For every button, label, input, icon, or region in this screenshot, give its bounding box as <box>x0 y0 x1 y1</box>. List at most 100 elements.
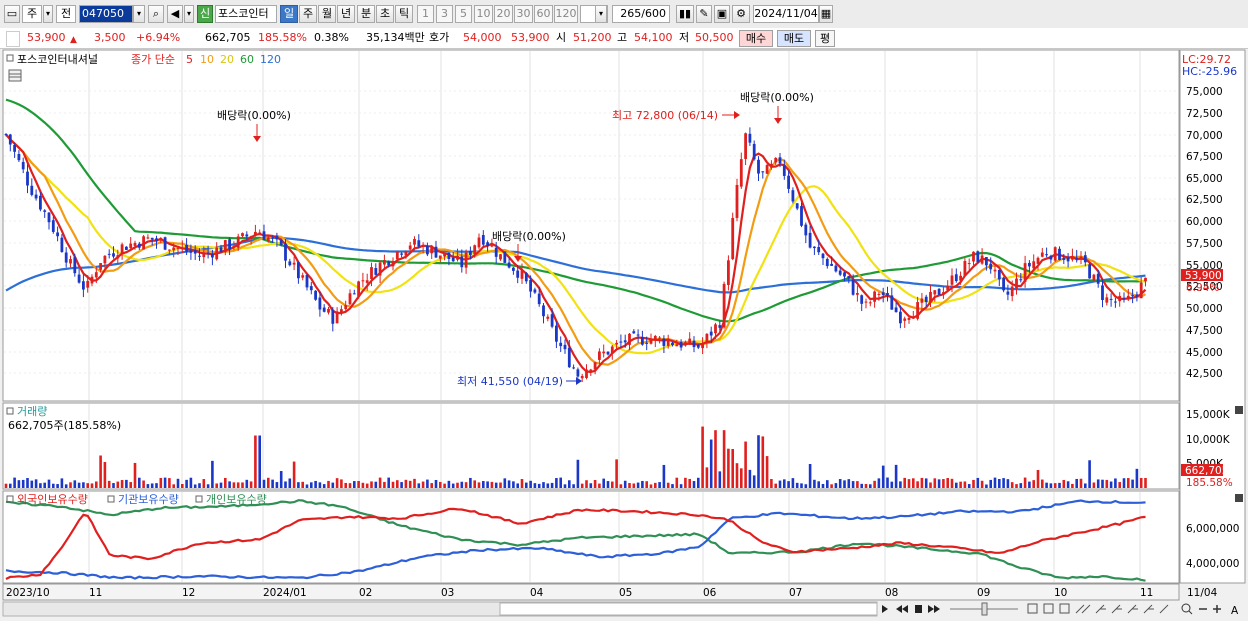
volume-bar <box>21 479 25 488</box>
search-icon[interactable]: ⌕ <box>148 5 164 23</box>
interval-year-button[interactable]: 년 <box>337 5 355 23</box>
speaker-dropdown-icon[interactable]: ▾ <box>184 5 194 23</box>
interval-tick-button[interactable]: 틱 <box>395 5 413 23</box>
compare-select[interactable]: 전 <box>56 5 76 23</box>
scrollbar-thumb[interactable] <box>499 602 878 616</box>
x-tick: 07 <box>789 587 802 599</box>
volume-bar <box>765 456 769 488</box>
buy-button[interactable]: 매수 <box>739 30 773 47</box>
x-tick: 02 <box>359 587 372 599</box>
candle-body <box>520 270 524 279</box>
volume-bar <box>701 426 704 488</box>
candle-body <box>722 283 726 328</box>
volume-bar <box>107 480 111 488</box>
data-count-input[interactable]: 265/600 <box>612 5 670 23</box>
draw-tool-icon[interactable]: ✎ <box>696 5 712 23</box>
angle-line-icon[interactable] <box>1111 604 1122 614</box>
fast-forward-icon[interactable] <box>928 605 940 613</box>
volume-bar <box>155 483 158 488</box>
candle-body <box>623 340 627 343</box>
magnifier-icon[interactable] <box>1181 603 1191 613</box>
zoom-slider-handle[interactable] <box>981 602 988 616</box>
date-value: 2024/11/04 <box>754 7 818 20</box>
candle-body <box>284 243 287 261</box>
period-dropdown-icon[interactable]: ▾ <box>43 5 53 23</box>
candle-body <box>632 331 636 334</box>
gear-icon[interactable]: ⚙ <box>732 5 750 23</box>
candle-body <box>929 291 932 303</box>
candle-body <box>821 253 825 259</box>
layout-icon[interactable]: ▭ <box>4 5 20 23</box>
minute-option-5[interactable]: 5 <box>455 5 472 23</box>
candle-body <box>825 258 829 267</box>
stock-chart[interactable]: 포스코인터내셔널 종가 단순 5 10 20 60 120 배당락(0.00%)… <box>0 49 1248 621</box>
candle-body <box>748 133 752 143</box>
institution-holding-legend: 기관보유수량 <box>118 493 179 506</box>
ray-line-icon[interactable] <box>1095 604 1106 614</box>
volume-panel-close-icon[interactable] <box>1235 406 1243 414</box>
minute-option-30[interactable]: 30 <box>514 5 533 23</box>
volume-bar <box>860 483 863 488</box>
volume-bar <box>572 484 575 488</box>
legend-series: 종가 단순 <box>131 53 175 66</box>
minute-option-20[interactable]: 20 <box>494 5 513 23</box>
date-input[interactable]: 2024/11/04 <box>753 5 819 23</box>
candle-body <box>675 344 679 347</box>
custom-interval-dropdown-icon[interactable]: ▾ <box>595 5 607 23</box>
zoom-in-icon[interactable] <box>1213 605 1221 613</box>
candle-body <box>800 206 803 226</box>
calendar-icon[interactable]: ▦ <box>819 5 833 23</box>
play-icon[interactable] <box>882 605 888 613</box>
volume-bar <box>619 484 623 488</box>
minute-option-60[interactable]: 60 <box>534 5 553 23</box>
interval-day-button[interactable]: 일 <box>280 5 298 23</box>
volume-bar <box>236 482 240 488</box>
zoom-area-icon[interactable] <box>1043 603 1054 614</box>
period-select[interactable]: 주 <box>22 5 42 23</box>
interval-second-button[interactable]: 초 <box>376 5 394 23</box>
stock-code-input[interactable]: 047050 <box>79 5 133 23</box>
candle-body <box>1058 248 1061 260</box>
auto-scale-icon[interactable]: A <box>1231 605 1239 617</box>
minute-option-3[interactable]: 3 <box>436 5 453 23</box>
candle-body <box>305 274 309 288</box>
candle-body <box>589 369 593 372</box>
zoom-fit-icon[interactable] <box>1027 603 1038 614</box>
minute-option-10[interactable]: 10 <box>474 5 493 23</box>
sell-button[interactable]: 매도 <box>777 30 811 47</box>
ask-price: 54,000 <box>463 31 502 44</box>
cross-line-icon[interactable] <box>1159 604 1169 614</box>
code-dropdown-icon[interactable]: ▾ <box>133 5 145 23</box>
fib-line-icon[interactable] <box>1127 604 1138 614</box>
minute-option-120[interactable]: 120 <box>554 5 578 23</box>
volume-bar <box>950 478 954 488</box>
candle-body <box>8 134 12 145</box>
speaker-icon[interactable]: ◀ <box>167 5 183 23</box>
table-icon[interactable] <box>8 69 22 82</box>
volume-bar <box>95 481 98 488</box>
channel-line-icon[interactable] <box>1143 604 1154 614</box>
volume-bar <box>735 463 739 488</box>
interval-week-button[interactable]: 주 <box>299 5 317 23</box>
compare-icon[interactable] <box>1059 603 1070 614</box>
candle-body <box>963 260 967 276</box>
interval-minute-button[interactable]: 분 <box>357 5 375 23</box>
save-icon[interactable]: ▣ <box>714 5 730 23</box>
candle-body <box>82 281 85 290</box>
candle-body <box>795 203 799 209</box>
candle-body <box>1126 295 1130 300</box>
stop-icon[interactable] <box>915 605 922 613</box>
rewind-icon[interactable] <box>896 605 908 613</box>
average-button[interactable]: 평 <box>815 30 835 47</box>
candle-type-icon[interactable]: ▮▮ <box>676 5 694 23</box>
interval-month-button[interactable]: 월 <box>318 5 336 23</box>
volume-bar <box>361 482 365 488</box>
candle-body <box>378 262 382 276</box>
candle-body <box>899 311 902 324</box>
holding-panel-close-icon[interactable] <box>1235 494 1243 502</box>
volume-bar <box>972 479 975 488</box>
quote-toggle[interactable] <box>6 31 20 47</box>
volume-bar <box>1006 479 1010 488</box>
trend-line-icon[interactable] <box>1075 604 1091 614</box>
minute-option-1[interactable]: 1 <box>417 5 434 23</box>
